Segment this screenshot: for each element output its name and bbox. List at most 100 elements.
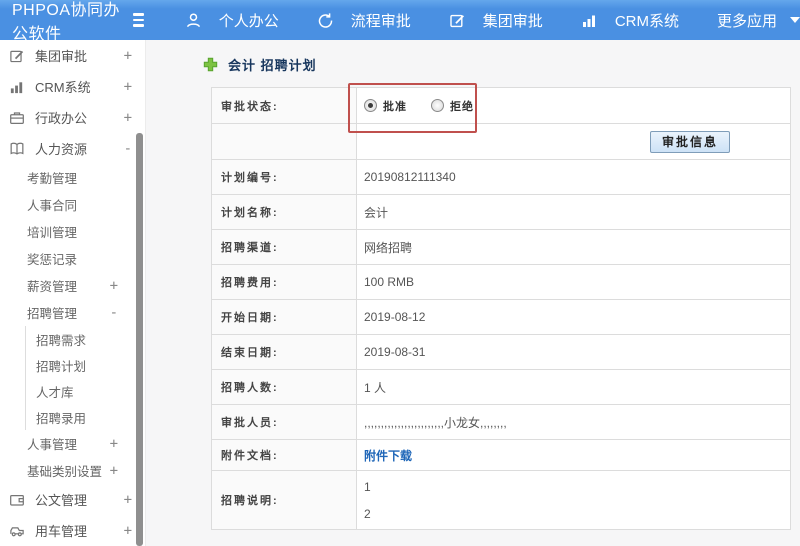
briefcase-icon — [9, 110, 26, 126]
sidebar-item-attendance[interactable]: 考勤管理 — [0, 164, 145, 191]
sidebar-item-label: 招聘管理 — [27, 307, 78, 321]
sidebar-item-admin-office[interactable]: 行政办公 + — [0, 102, 145, 133]
field-label: 计划编号: — [212, 160, 357, 194]
field-label: 审批状态: — [212, 88, 357, 123]
field-value: 2019-08-12 — [364, 310, 426, 324]
wallet-icon — [9, 492, 26, 508]
nav-label: 更多应用 — [716, 12, 777, 30]
expand-toggle[interactable]: + — [124, 492, 132, 508]
sidebar-item-recruit-plan[interactable]: 招聘计划 — [26, 352, 145, 378]
sidebar-item-recruit-demand[interactable]: 招聘需求 — [26, 326, 145, 352]
edit-square-icon — [9, 48, 26, 64]
approval-info-button[interactable]: 审批信息 — [649, 130, 730, 153]
radio-approve-label: 批准 — [383, 100, 407, 113]
main-content: 会计 招聘计划 审批状态: 批准 拒绝 审批信息 计划编号: 201908121… — [145, 40, 800, 546]
sidebar-item-label: 人事合同 — [27, 199, 78, 213]
row-start-date: 开始日期: 2019-08-12 — [212, 300, 790, 335]
sidebar-item-label: 基础类别设置 — [27, 465, 103, 479]
hamburger-menu-icon[interactable] — [133, 13, 144, 27]
description-line: 1 — [364, 479, 371, 494]
sidebar-item-talent-pool[interactable]: 人才库 — [26, 378, 145, 404]
field-value: 2019-08-31 — [364, 345, 426, 359]
nav-label: CRM系统 — [614, 12, 679, 30]
sidebar-item-label: 培训管理 — [27, 226, 78, 240]
sidebar-scrollbar[interactable] — [136, 133, 143, 546]
row-recruit-channel: 招聘渠道: 网络招聘 — [212, 230, 790, 265]
nav-item-process-approval[interactable]: 流程审批 — [298, 0, 430, 40]
sidebar-item-training[interactable]: 培训管理 — [0, 218, 145, 245]
row-attachment: 附件文档: 附件下载 — [212, 440, 790, 471]
expand-toggle[interactable]: + — [124, 110, 132, 126]
field-label: 附件文档: — [212, 440, 357, 470]
field-value: 20190812111340 — [364, 170, 456, 184]
page-title: 会计 招聘计划 — [228, 57, 317, 73]
add-plus-icon[interactable] — [203, 57, 218, 72]
row-headcount: 招聘人数: 1 人 — [212, 370, 790, 405]
expand-toggle[interactable]: + — [110, 436, 118, 452]
row-end-date: 结束日期: 2019-08-31 — [212, 335, 790, 370]
row-approval-button: 审批信息 — [212, 124, 790, 160]
process-icon — [317, 12, 334, 29]
field-label: 审批人员: — [212, 405, 357, 439]
row-approvers: 审批人员: ,,,,,,,,,,,,,,,,,,,,,,,,小龙女,,,,,,,… — [212, 405, 790, 440]
sidebar-item-label: CRM系统 — [35, 80, 91, 95]
sidebar-item-group-approval[interactable]: 集团审批 + — [0, 40, 145, 71]
sidebar-item-hr[interactable]: 人力资源 - — [0, 133, 145, 164]
field-value: 网络招聘 — [364, 240, 413, 255]
nav-item-personal-office[interactable]: 个人办公 — [166, 0, 298, 40]
sidebar-item-rewards[interactable]: 奖惩记录 — [0, 245, 145, 272]
bar-chart-icon — [9, 79, 26, 95]
row-plan-name: 计划名称: 会计 — [212, 195, 790, 230]
book-icon — [9, 141, 26, 157]
sidebar-item-label: 行政办公 — [35, 111, 88, 126]
nav-label: 流程审批 — [350, 12, 411, 30]
sidebar-item-label: 考勤管理 — [27, 172, 78, 186]
attachment-download-link[interactable]: 附件下载 — [364, 447, 412, 464]
field-label-empty — [212, 124, 357, 159]
collapse-toggle[interactable]: - — [110, 305, 118, 321]
expand-toggle[interactable]: + — [110, 463, 118, 479]
sidebar-item-recruitment[interactable]: 招聘管理 - — [0, 299, 145, 326]
field-label: 招聘费用: — [212, 265, 357, 299]
sidebar-item-label: 招聘录用 — [36, 411, 87, 426]
sidebar-item-personnel[interactable]: 人事管理 + — [0, 430, 145, 457]
sidebar-item-recruit-hire[interactable]: 招聘录用 — [26, 404, 145, 430]
sidebar-item-label: 人才库 — [36, 385, 74, 400]
row-approval-status: 审批状态: 批准 拒绝 — [212, 88, 790, 124]
sidebar-item-vehicle[interactable]: 用车管理 + — [0, 515, 145, 546]
expand-toggle[interactable]: + — [124, 79, 132, 95]
sidebar-hr-submenu: 考勤管理 人事合同 培训管理 奖惩记录 薪资管理 + 招聘管理 - 招聘需求 招… — [0, 164, 145, 484]
nav-item-more-apps[interactable]: 更多应用 — [698, 0, 796, 40]
expand-toggle[interactable]: + — [124, 523, 132, 539]
nav-label: 个人办公 — [218, 12, 279, 30]
description-line: 2 — [364, 506, 371, 521]
sidebar-item-base-category[interactable]: 基础类别设置 + — [0, 457, 145, 484]
sidebar-item-label: 用车管理 — [35, 524, 88, 539]
bar-chart-icon — [581, 12, 598, 29]
nav-item-group-approval[interactable]: 集团审批 — [430, 0, 562, 40]
approval-form-table: 审批状态: 批准 拒绝 审批信息 计划编号: 20190812111340 计划… — [211, 83, 791, 530]
top-navigation: 个人办公 流程审批 集团审批 CRM系统 更多应用 — [166, 0, 800, 40]
field-value: 1 人 — [364, 380, 387, 395]
sidebar-item-documents[interactable]: 公文管理 + — [0, 484, 145, 515]
expand-toggle[interactable]: + — [124, 48, 132, 64]
field-label: 开始日期: — [212, 300, 357, 334]
nav-label: 集团审批 — [482, 12, 543, 30]
sidebar-item-salary[interactable]: 薪资管理 + — [0, 272, 145, 299]
sidebar: 集团审批 + CRM系统 + 行政办公 + 人力资源 - 考勤管理 人事合同 培… — [0, 40, 145, 546]
caret-down-icon[interactable] — [790, 17, 800, 23]
collapse-toggle[interactable]: - — [124, 141, 132, 157]
radio-reject-label: 拒绝 — [450, 100, 474, 113]
sidebar-item-label: 人事管理 — [27, 438, 78, 452]
sidebar-item-crm[interactable]: CRM系统 + — [0, 71, 145, 102]
sidebar-item-label: 招聘需求 — [36, 333, 87, 348]
radio-approve[interactable] — [364, 99, 377, 112]
nav-item-crm[interactable]: CRM系统 — [562, 0, 698, 40]
expand-toggle[interactable]: + — [110, 278, 118, 294]
edit-square-icon — [449, 12, 466, 29]
row-plan-number: 计划编号: 20190812111340 — [212, 160, 790, 195]
user-icon — [185, 12, 202, 29]
sidebar-item-hr-contract[interactable]: 人事合同 — [0, 191, 145, 218]
field-value: ,,,,,,,,,,,,,,,,,,,,,,,,小龙女,,,,,,,, — [364, 415, 507, 430]
radio-reject[interactable] — [431, 99, 444, 112]
